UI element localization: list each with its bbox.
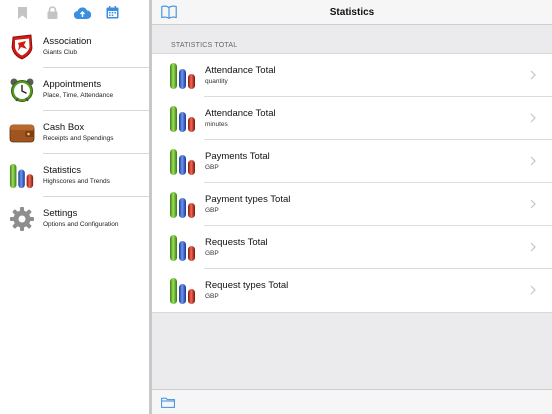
chevron-right-icon [530,285,536,295]
sidebar-item-appointments[interactable]: Appointments Place, Time, Attendance [0,68,149,111]
gear-icon [10,206,34,231]
sidebar-item-cash-box[interactable]: Cash Box Receipts and Spendings [0,111,149,154]
list-item-title: Request types Total [205,280,289,291]
sidebar-item-statistics[interactable]: Statistics Highscores and Trends [0,154,149,197]
sidebar-item-title: Settings [43,208,78,219]
list-item-title: Requests Total [205,237,268,248]
bar-chart-icon [9,163,35,189]
sidebar-item-title: Association [43,36,92,47]
chevron-right-icon [530,156,536,166]
book-icon[interactable] [161,5,177,19]
bar-chart-icon [169,191,197,219]
sidebar-item-title: Statistics [43,165,82,176]
list-item-subtitle: GBP [205,250,219,257]
folder-icon[interactable] [161,397,175,408]
list-item-requests-total[interactable]: Requests Total GBP [152,226,552,269]
list-item-subtitle: minutes [205,121,228,128]
bookmark-icon [17,6,27,19]
sidebar: Association Giants Club Appointments Pla… [0,0,149,414]
bar-chart-icon [169,148,197,176]
alarm-clock-icon [10,78,34,102]
sidebar-item-subtitle: Highscores and Trends [43,178,110,185]
list-item-attendance-minutes[interactable]: Attendance Total minutes [152,97,552,140]
lock-button[interactable] [37,3,67,23]
bottom-toolbar [152,389,552,414]
cloud-upload-icon [73,6,91,19]
list-item-payments-total[interactable]: Payments Total GBP [152,140,552,183]
chevron-right-icon [530,242,536,252]
chevron-right-icon [530,199,536,209]
wallet-icon [9,124,35,142]
list-item-title: Attendance Total [205,65,276,76]
lock-icon [47,6,57,19]
bar-chart-icon [169,277,197,305]
bar-chart-icon [169,105,197,133]
chevron-right-icon [530,113,536,123]
sidebar-item-subtitle: Options and Configuration [43,221,119,228]
section-header: STATISTICS TOTAL [171,42,238,49]
list-item-subtitle: GBP [205,207,219,214]
statistics-list: Attendance Total quantity Attendance Tot… [152,53,552,313]
club-shield-icon [11,34,33,59]
list-item-attendance-quantity[interactable]: Attendance Total quantity [152,54,552,97]
bar-chart-icon [169,62,197,90]
statistics-panel: Statistics STATISTICS TOTAL Attendance T… [152,0,552,414]
sidebar-item-association[interactable]: Association Giants Club [0,25,149,68]
list-item-subtitle: quantity [205,78,228,85]
navigation-bar: Statistics [152,0,552,25]
list-item-subtitle: GBP [205,293,219,300]
sidebar-item-subtitle: Giants Club [43,49,77,56]
chevron-right-icon [530,70,536,80]
bar-chart-icon [169,234,197,262]
list-item-title: Payment types Total [205,194,291,205]
sidebar-item-settings[interactable]: Settings Options and Configuration [0,197,149,240]
calendar-button[interactable] [97,3,127,23]
sidebar-item-title: Cash Box [43,122,85,133]
page-title: Statistics [329,6,375,18]
calendar-icon [106,6,118,19]
list-item-title: Payments Total [205,151,270,162]
sidebar-item-title: Appointments [43,79,102,90]
list-item-subtitle: GBP [205,164,219,171]
list-item-title: Attendance Total [205,108,276,119]
sidebar-item-subtitle: Receipts and Spendings [43,135,114,142]
sidebar-item-subtitle: Place, Time, Attendance [43,92,114,99]
list-item-payment-types-total[interactable]: Payment types Total GBP [152,183,552,226]
bookmark-button[interactable] [7,3,37,23]
list-item-request-types-total[interactable]: Request types Total GBP [152,269,552,312]
cloud-upload-button[interactable] [67,3,97,23]
sidebar-toolbar [0,0,149,25]
